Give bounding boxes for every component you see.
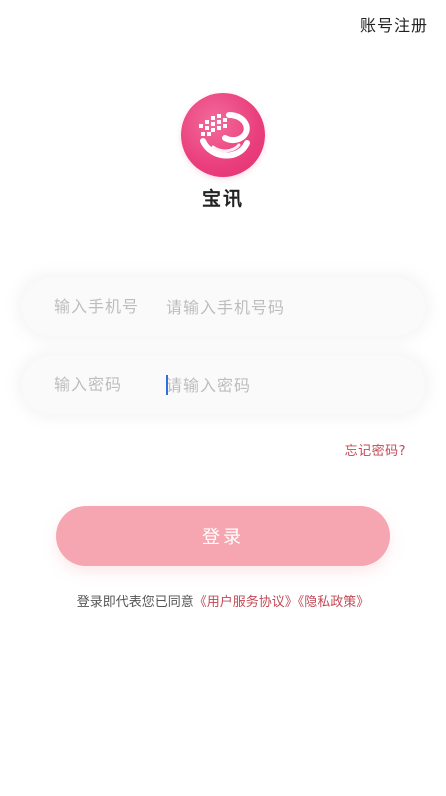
password-field: 输入密码 xyxy=(22,356,425,414)
privacy-policy-link[interactable]: 《隐私政策》 xyxy=(298,595,370,610)
agreement-text: 登录即代表您已同意《用户服务协议》《隐私政策》 xyxy=(0,591,446,610)
app-name: 宝讯 xyxy=(201,188,244,210)
login-screen: 账号注册 宝讯 输入手机号 请输入手机号码 输入密码 忘记密码? 登录 登录即代… xyxy=(0,0,446,796)
login-button[interactable]: 登录 xyxy=(56,506,390,566)
password-label: 输入密码 xyxy=(54,375,123,394)
text-caret xyxy=(166,375,168,395)
phone-input[interactable] xyxy=(166,278,406,336)
baoxun-logo-icon xyxy=(181,93,265,177)
agreement-prefix: 登录即代表您已同意 xyxy=(76,595,194,610)
phone-label: 输入手机号 xyxy=(54,297,140,316)
password-input[interactable] xyxy=(166,356,406,414)
user-agreement-link[interactable]: 《用户服务协议》 xyxy=(194,595,298,610)
register-link[interactable]: 账号注册 xyxy=(360,12,428,36)
forgot-password-link[interactable]: 忘记密码? xyxy=(345,440,406,459)
phone-field: 输入手机号 xyxy=(22,278,425,336)
